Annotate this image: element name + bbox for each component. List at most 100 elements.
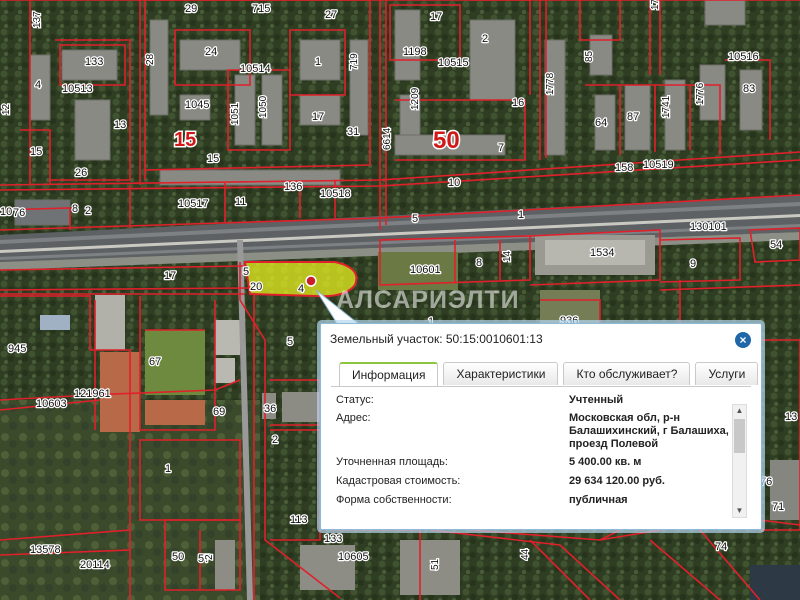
parcel-number-label: 31 bbox=[347, 126, 359, 138]
parcel-number-label: 945 bbox=[8, 343, 26, 355]
parcel-number-label: 17 bbox=[312, 111, 324, 123]
parcel-number-label: 4 bbox=[298, 283, 304, 295]
parcel-number-label: 11 bbox=[235, 196, 246, 208]
row-key: Форма собственности: bbox=[336, 494, 452, 506]
parcel-number-label: 121961 bbox=[74, 388, 111, 400]
parcel-number-label: 10516 bbox=[728, 51, 759, 63]
parcel-number-label: 15 bbox=[30, 146, 42, 158]
parcel-number-label: 1736 bbox=[650, 0, 661, 10]
parcel-number-label: 1 bbox=[315, 56, 321, 68]
parcel-number-label: 719 bbox=[349, 53, 360, 70]
parcel-number-label: 24 bbox=[205, 46, 217, 58]
parcel-number-label: 10519 bbox=[643, 159, 674, 171]
parcel-number-label: 10514 bbox=[240, 63, 271, 75]
parcel-number-label: 1534 bbox=[590, 247, 614, 259]
parcel-number-label: 13578 bbox=[30, 544, 61, 556]
parcel-number-label: 9 bbox=[690, 258, 696, 270]
tab-divider bbox=[331, 386, 751, 387]
scroll-thumb[interactable] bbox=[734, 419, 745, 453]
row-key: Кадастровая стоимость: bbox=[336, 475, 461, 487]
scroll-up-icon[interactable]: ▲ bbox=[733, 405, 746, 417]
parcel-number-label: 20 bbox=[250, 281, 262, 293]
parcel-number-label: 133 bbox=[324, 533, 342, 545]
parcel-number-label: 76 bbox=[13, 207, 25, 219]
parcel-number-label: 83 bbox=[743, 83, 755, 95]
parcel-number-label: 15 bbox=[207, 153, 219, 165]
parcel-number-label: 10513 bbox=[62, 83, 93, 95]
parcel-number-label: 1 bbox=[165, 463, 171, 475]
parcel-number-label: 28 bbox=[145, 53, 156, 65]
panel-scrollbar[interactable]: ▲ ▼ bbox=[732, 404, 747, 518]
parcel-number-label: 51 bbox=[430, 558, 441, 570]
row-value: 5 400.00 кв. м bbox=[569, 456, 642, 468]
quarter-number-label: 50 bbox=[433, 127, 460, 154]
parcel-number-label: 5 bbox=[287, 336, 293, 348]
row-value: Учтенный bbox=[569, 394, 624, 406]
parcel-number-label: 715 bbox=[252, 3, 270, 15]
parcel-number-label: 67 bbox=[149, 356, 161, 368]
parcel-number-label: 133 bbox=[85, 56, 103, 68]
parcel-number-label: 10 bbox=[448, 177, 460, 189]
parcel-number-label: 1050 bbox=[258, 95, 269, 118]
row-key: Адрес: bbox=[336, 412, 371, 424]
parcel-number-label: 36 bbox=[264, 403, 276, 415]
parcel-number-label: 6614 bbox=[382, 127, 393, 150]
parcel-number-label: 10605 bbox=[338, 551, 369, 563]
parcel-number-label: 87 bbox=[627, 111, 639, 123]
parcel-number-label: 10517 bbox=[178, 198, 209, 210]
tab-who-serves[interactable]: Кто обслуживает? bbox=[563, 362, 691, 385]
row-key: Уточненная площадь: bbox=[336, 456, 448, 468]
row-key: Статус: bbox=[336, 394, 374, 406]
parcel-number-label: 13 bbox=[114, 119, 126, 131]
parcel-number-label: 1198 bbox=[403, 46, 427, 58]
parcel-number-label: 12 bbox=[1, 103, 12, 115]
scroll-down-icon[interactable]: ▼ bbox=[733, 505, 746, 517]
parcel-number-label: 158 bbox=[615, 162, 633, 174]
parcel-number-label: 10518 bbox=[320, 188, 351, 200]
parcel-number-label: 74 bbox=[715, 541, 727, 553]
parcel-number-label: 17 bbox=[164, 270, 176, 282]
parcel-info-popup: Земельный участок: 50:15:0010601:13 × Ин… bbox=[320, 323, 762, 530]
parcel-number-label: 17 bbox=[430, 11, 442, 23]
parcel-number-label: 20114 bbox=[80, 559, 110, 571]
parcel-number-label: 130101 bbox=[690, 221, 727, 233]
parcel-number-label: 1778 bbox=[545, 72, 556, 95]
parcel-number-label: 2 bbox=[482, 33, 488, 45]
parcel-number-label: 13 bbox=[785, 411, 797, 423]
parcel-number-label: 10 bbox=[0, 206, 12, 218]
parcel-number-label: 1051 bbox=[230, 102, 241, 125]
parcel-marker-icon[interactable] bbox=[305, 275, 317, 287]
parcel-number-label: 5 bbox=[412, 213, 418, 225]
parcel-number-label: 85 bbox=[584, 50, 595, 62]
parcel-number-label: 7 bbox=[498, 142, 504, 154]
popup-title: Земельный участок: 50:15:0010601:13 bbox=[330, 332, 543, 346]
parcel-number-label: 5 bbox=[243, 266, 249, 278]
parcel-number-label: 44 bbox=[520, 548, 531, 560]
tab-services[interactable]: Услуги bbox=[695, 362, 759, 385]
parcel-number-label: 137 bbox=[32, 11, 43, 28]
parcel-number-label: 136 bbox=[284, 181, 302, 193]
watermark: АЛСАРИЭЛТИ bbox=[336, 286, 520, 314]
parcel-number-label: 2 bbox=[272, 434, 278, 446]
row-value: 29 634 120.00 руб. bbox=[569, 475, 665, 487]
row-value: Московская обл, р-н Балашихинский, г Бал… bbox=[569, 412, 729, 450]
parcel-number-label: 1209 bbox=[410, 87, 421, 110]
parcel-number-label: 64 bbox=[595, 117, 607, 129]
tab-characteristics[interactable]: Характеристики bbox=[443, 362, 559, 385]
tab-information[interactable]: Информация bbox=[339, 362, 439, 387]
parcel-number-label: 10601 bbox=[410, 264, 441, 276]
parcel-number-label: 27 bbox=[325, 9, 337, 21]
parcel-number-label: 113 bbox=[290, 514, 308, 526]
info-panel: Статус: Учтенный Адрес: Московская обл, … bbox=[336, 388, 746, 516]
parcel-number-label: 54 bbox=[770, 239, 782, 251]
parcel-number-label: 14 bbox=[502, 250, 513, 262]
popup-tabs: Информация Характеристики Кто обслуживае… bbox=[339, 362, 759, 387]
close-icon[interactable]: × bbox=[735, 332, 751, 348]
parcel-number-label: 1776 bbox=[695, 82, 706, 105]
parcel-number-label: 29 bbox=[185, 3, 197, 15]
parcel-number-label: 8 bbox=[476, 257, 482, 269]
parcel-number-label: 10515 bbox=[438, 57, 469, 69]
parcel-number-label: 8 bbox=[72, 203, 78, 215]
parcel-number-label: 1045 bbox=[185, 99, 209, 111]
parcel-number-label: 2 bbox=[85, 205, 91, 217]
